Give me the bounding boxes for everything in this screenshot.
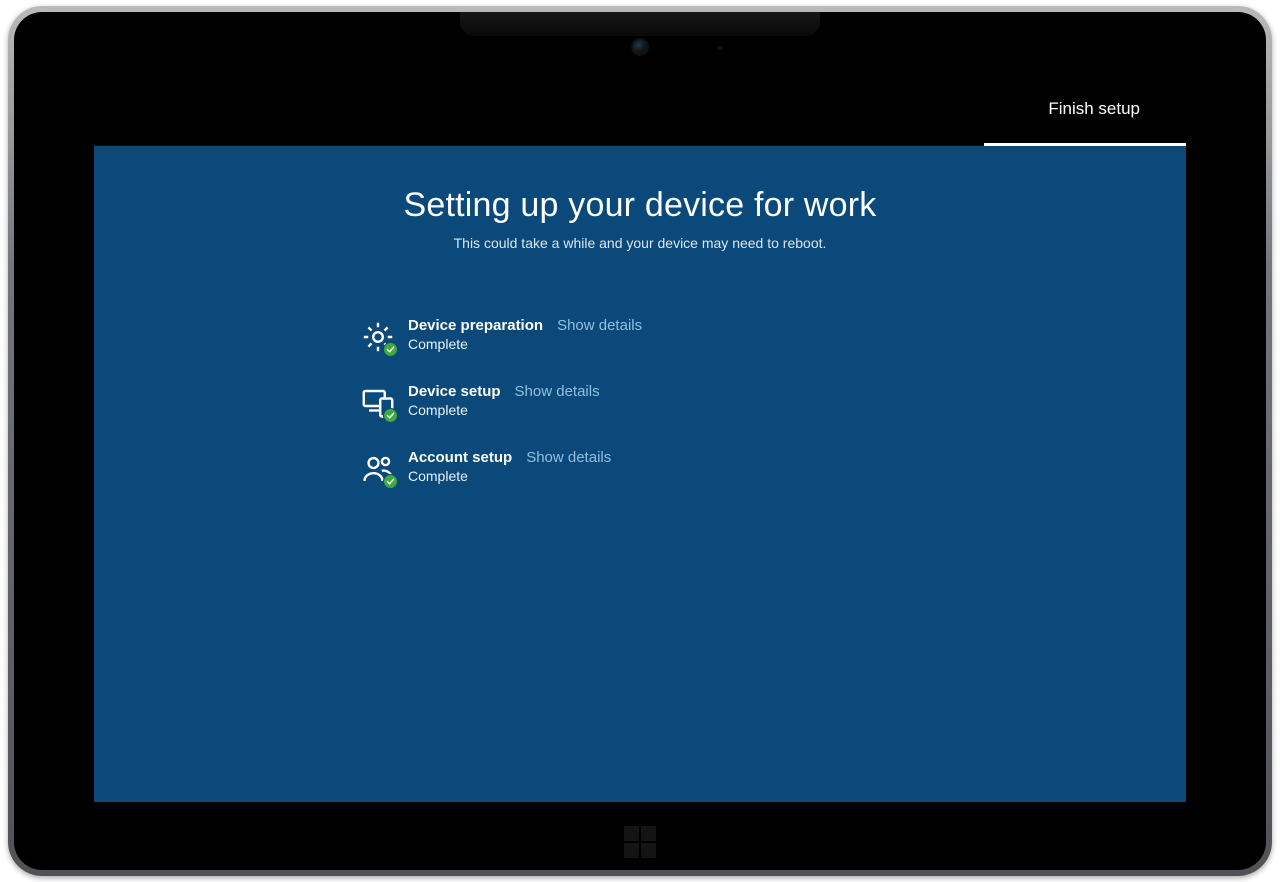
windows-logo-icon (624, 826, 656, 858)
people-icon (360, 451, 396, 487)
show-details-link[interactable]: Show details (515, 383, 600, 400)
step-status: Complete (408, 336, 642, 352)
devices-icon (360, 385, 396, 421)
device-screen: Finish setup Setting up your device for … (94, 76, 1186, 802)
tablet-bezel: Finish setup Setting up your device for … (14, 12, 1266, 870)
camera-icon (633, 40, 647, 54)
check-badge-icon (383, 342, 398, 357)
enrollment-panel: Setting up your device for work This cou… (94, 146, 1186, 802)
step-title: Device preparation (408, 317, 543, 334)
page-subtitle: This could take a while and your device … (94, 235, 1186, 251)
step-title: Account setup (408, 449, 512, 466)
step-status: Complete (408, 402, 600, 418)
check-badge-icon (383, 408, 398, 423)
show-details-link[interactable]: Show details (557, 317, 642, 334)
tablet-frame: Finish setup Setting up your device for … (8, 6, 1272, 876)
step-title: Device setup (408, 383, 501, 400)
gear-icon (360, 319, 396, 355)
tab-finish-setup[interactable]: Finish setup (1042, 99, 1146, 123)
step-device-setup: Device setup Show details Complete (360, 369, 920, 435)
tablet-top-bar (460, 12, 820, 36)
show-details-link[interactable]: Show details (526, 449, 611, 466)
step-status: Complete (408, 468, 611, 484)
step-device-preparation: Device preparation Show details Complete (360, 303, 920, 369)
check-badge-icon (383, 474, 398, 489)
enrollment-steps: Device preparation Show details Complete (360, 303, 920, 501)
oobe-header: Finish setup (94, 76, 1186, 146)
sensor-icon (718, 46, 722, 50)
step-account-setup: Account setup Show details Complete (360, 435, 920, 501)
page-title: Setting up your device for work (94, 186, 1186, 225)
